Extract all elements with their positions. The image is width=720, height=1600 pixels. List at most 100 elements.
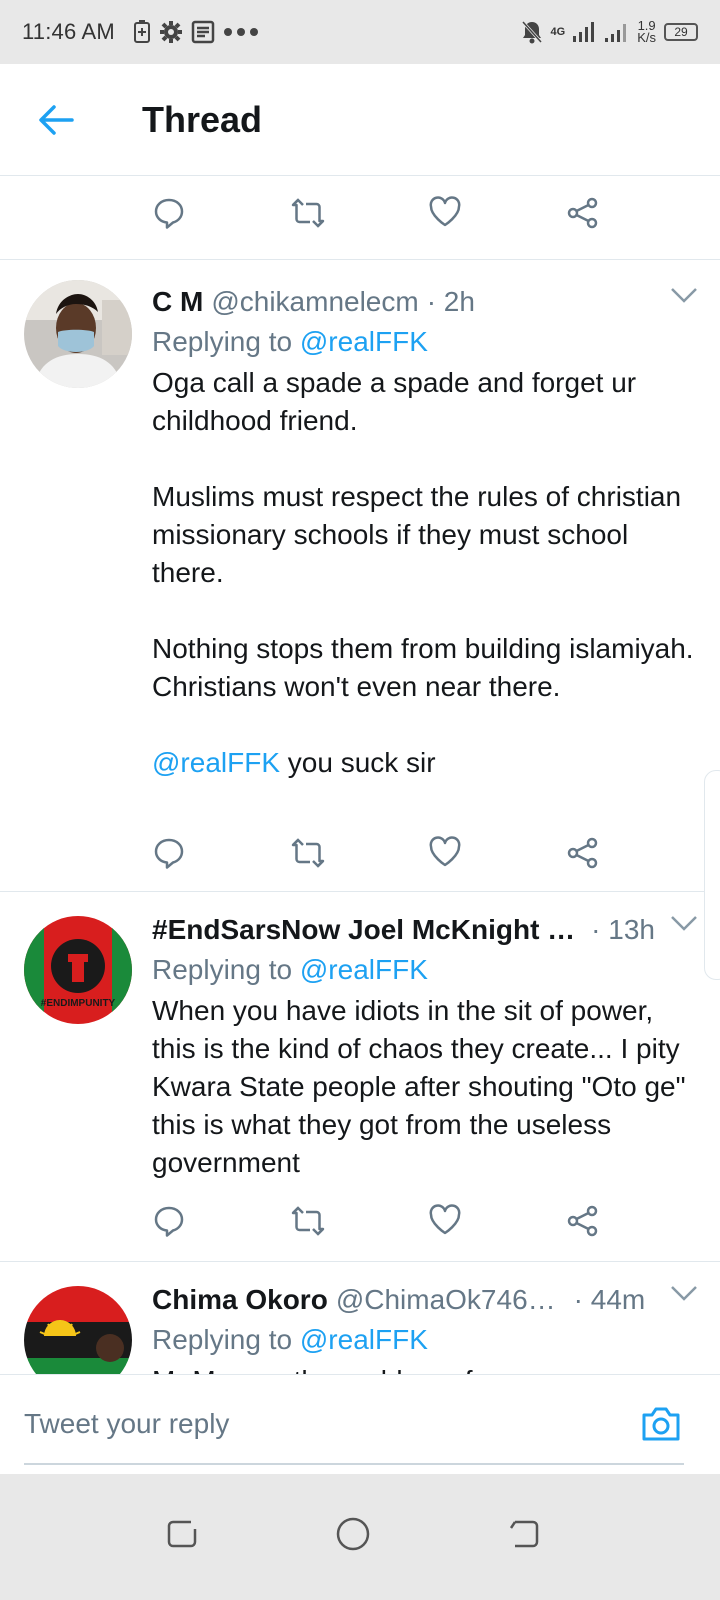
tweet-time: · 13h (591, 914, 655, 945)
status-icons-left (133, 20, 259, 44)
retweet-icon (291, 838, 325, 868)
more-dots-icon (223, 28, 258, 36)
parent-tweet-actions (0, 176, 720, 260)
chevron-down-icon (671, 1286, 697, 1301)
tweet-text: Oga call a spade a spade and forget ur c… (152, 364, 698, 782)
home-circle-icon (336, 1517, 370, 1551)
author-handle[interactable]: @ChimaOk746… (336, 1280, 556, 1320)
avatar[interactable]: #ENDIMPUNITY (24, 916, 132, 1024)
tweet-text-main: Oga call a spade a spade and forget ur c… (152, 367, 694, 702)
share-button[interactable] (566, 196, 600, 235)
camera-icon (642, 1407, 680, 1441)
replying-to-label: Replying to (152, 326, 293, 357)
page-title: Thread (142, 98, 263, 140)
tweet-menu-button[interactable] (670, 914, 698, 937)
system-nav-bar (0, 1474, 720, 1600)
tweet-menu-button[interactable] (670, 1284, 698, 1307)
tweet-mention-link[interactable]: @realFFK (152, 747, 280, 778)
settings-icon (159, 21, 182, 43)
tweet-content: Chima Okoro @ChimaOk746… · 44m Replying … (152, 1280, 698, 1374)
user-photo-avatar (24, 280, 132, 388)
tweet-actions (152, 1204, 612, 1244)
share-icon (567, 1205, 598, 1237)
app-header: Thread (0, 64, 720, 176)
retweet-icon (291, 1206, 325, 1236)
author-name[interactable]: #EndSarsNow Joel McKnight … (152, 910, 575, 950)
avatar-label: #ENDIMPUNITY (41, 998, 116, 1009)
like-button[interactable] (428, 836, 462, 873)
network-type-label: 4G (550, 26, 566, 38)
back-arrow-icon (39, 104, 74, 135)
reply-icon (154, 198, 184, 229)
battery-level: 29 (674, 25, 688, 39)
status-time: 11:46 AM (22, 19, 115, 44)
back-nav-icon (509, 1520, 539, 1548)
author-name[interactable]: C M (152, 282, 203, 322)
data-speed-unit: K/s (637, 30, 656, 45)
notes-icon (191, 20, 215, 44)
data-speed: 1.9 K/s (637, 19, 656, 45)
replying-to: Replying to @realFFK (152, 322, 698, 362)
replying-to: Replying to @realFFK (152, 1320, 698, 1360)
tweet-text-tail: you suck sir (280, 747, 436, 778)
tweet-time: · 44m (573, 1284, 646, 1315)
status-bar: 11:46 AM 4G 1.9 K/s 29 (0, 0, 720, 64)
recent-apps-icon (167, 1520, 197, 1548)
reply-input-underline (24, 1463, 684, 1465)
biafra-flag-avatar (24, 1286, 132, 1374)
replying-to-handle[interactable]: @realFFK (300, 326, 428, 357)
home-button[interactable] (323, 1504, 383, 1564)
tweet-text: When you have idiots in the sit of power… (152, 995, 694, 1178)
share-button[interactable] (566, 1204, 600, 1243)
camera-button[interactable] (640, 1405, 682, 1448)
reply-composer (0, 1374, 720, 1474)
side-edge-panel-handle[interactable] (704, 770, 720, 980)
replying-to: Replying to @realFFK (152, 950, 698, 990)
replying-to-label: Replying to (152, 1324, 293, 1355)
tweet-item[interactable]: C M @chikamnelecm · 2h Replying to @real… (0, 260, 720, 892)
tweet-text: Mr Man... the problem of ... (152, 1362, 698, 1374)
retweet-button[interactable] (290, 196, 326, 235)
heart-icon (429, 196, 461, 227)
reply-icon (154, 838, 184, 869)
tweet-content: #EndSarsNow Joel McKnight … · 13h Replyi… (152, 910, 698, 1182)
retweet-button[interactable] (290, 1204, 326, 1243)
reply-button[interactable] (152, 836, 186, 875)
tweet-item[interactable]: #ENDIMPUNITY #EndSarsNow Joel McKnight …… (0, 892, 720, 1262)
tweet-header: C M @chikamnelecm · 2h (152, 282, 698, 322)
replying-to-handle[interactable]: @realFFK (300, 954, 428, 985)
signal-2-icon (605, 24, 627, 42)
author-name[interactable]: Chima Okoro (152, 1280, 328, 1320)
mute-bell-icon (521, 20, 542, 44)
fist-logo-avatar: #ENDIMPUNITY (24, 916, 132, 1024)
chevron-down-icon (671, 288, 697, 303)
back-button[interactable] (20, 84, 92, 156)
retweet-button[interactable] (290, 836, 326, 875)
avatar[interactable] (24, 1286, 132, 1374)
tweet-menu-button[interactable] (670, 286, 698, 309)
battery-indicator: 29 (664, 23, 698, 41)
signal-icon (573, 22, 595, 42)
author-handle[interactable]: @chikamnelecm (211, 282, 418, 322)
like-button[interactable] (428, 196, 462, 233)
like-button[interactable] (428, 1204, 462, 1241)
tweet-time: · 2h (426, 286, 475, 317)
battery-saver-icon (133, 20, 150, 43)
avatar[interactable] (24, 280, 132, 388)
tweet-content: C M @chikamnelecm · 2h Replying to @real… (152, 282, 698, 782)
retweet-icon (291, 198, 325, 228)
tweet-item[interactable]: Chima Okoro @ChimaOk746… · 44m Replying … (0, 1262, 720, 1374)
reply-input[interactable] (24, 1399, 584, 1449)
status-icons-right: 4G 1.9 K/s 29 (521, 19, 698, 45)
recent-apps-button[interactable] (152, 1504, 212, 1564)
reply-button[interactable] (152, 196, 186, 235)
tweet-actions (152, 836, 612, 876)
reply-icon (154, 1206, 184, 1237)
back-nav-button[interactable] (494, 1504, 554, 1564)
share-button[interactable] (566, 836, 600, 875)
replying-to-handle[interactable]: @realFFK (300, 1324, 428, 1355)
reply-button[interactable] (152, 1204, 186, 1243)
heart-icon (429, 836, 461, 867)
chevron-down-icon (671, 916, 697, 931)
replying-to-label: Replying to (152, 954, 293, 985)
